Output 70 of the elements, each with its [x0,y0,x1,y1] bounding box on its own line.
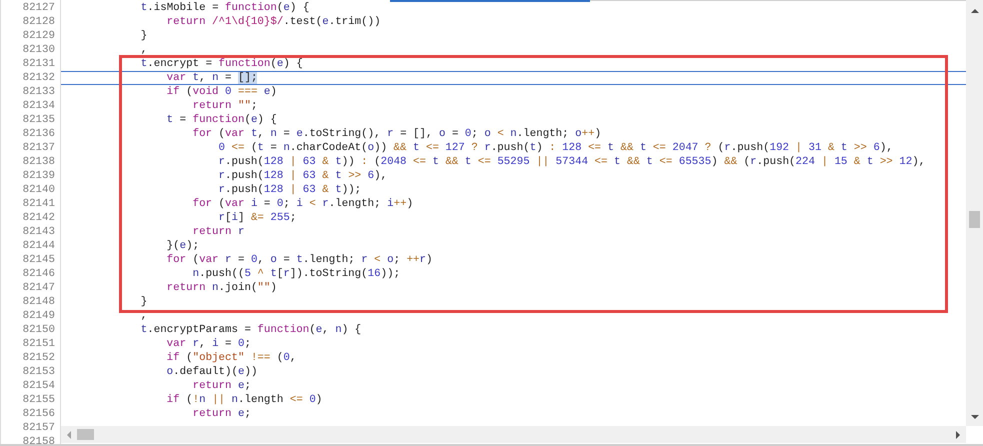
line-number: 82150 [22,323,55,337]
line-number: 82136 [22,127,55,141]
line-number: 82146 [22,267,55,281]
line-number: 82142 [22,211,55,225]
code-line: 0 <= (t = n.charCodeAt(o)) && t <= 127 ? r.push(t) : 128 <= t && t <= 2047 ? (r.push(192 | 31 & t >> 6), [218,142,893,154]
line-number: 82132 [22,71,55,85]
scrollbar-thumb[interactable] [969,211,980,228]
line-number: 82157 [22,421,55,435]
code-line: return /^1\d{10}$/.test(e.trim()) [166,16,381,28]
right-arrow-icon[interactable] [956,431,960,439]
line-number: 82131 [22,57,55,71]
line-number: 82129 [22,29,55,43]
code-line: t.encrypt = function(e) { [140,58,303,70]
code-line: if (void 0 === e) [166,86,277,98]
line-number: 82154 [22,379,55,393]
code-line: return e; [192,408,251,420]
scrollbar-thumb[interactable] [77,429,94,440]
line-number: 82155 [22,393,55,407]
up-arrow-icon[interactable] [971,9,979,13]
horizontal-scrollbar[interactable] [61,426,966,443]
line-number: 82130 [22,43,55,57]
code-line: r.push(128 | 63 & t >> 6), [218,170,388,182]
line-number: 82158 [22,435,55,444]
code-line: r.push(128 | 63 & t)) : (2048 <= t && t <= 55295 || 57344 <= t && t <= 65535) && (r.push(224 | 15 & t >> 12), [218,156,926,168]
code-line: o.default)(e)) [166,366,258,378]
code-line: } [140,296,148,308]
line-number: 82137 [22,141,55,155]
line-number: 82156 [22,407,55,421]
code-line: var t, n = []; [166,72,258,84]
code-line: return e; [192,380,251,392]
line-number: 82144 [22,239,55,253]
line-number: 82134 [22,99,55,113]
down-arrow-icon[interactable] [971,415,979,419]
code-line: if (!n || n.length <= 0) [166,394,322,406]
line-number: 82139 [22,169,55,183]
code-line: n.push((5 ^ t[r]).toString(16)); [192,268,400,280]
line-number: 82149 [22,309,55,323]
code-line: r[i] &= 255; [218,212,296,224]
line-number: 82143 [22,225,55,239]
line-number: 82153 [22,365,55,379]
line-number: 82148 [22,295,55,309]
code-line: } [140,30,148,42]
line-number: 82135 [22,113,55,127]
line-number: 82127 [22,1,55,15]
code-line: return ""; [192,100,258,112]
code-line: for (var r = 0, o = t.length; r < o; ++r) [166,254,433,266]
line-number: 82140 [22,183,55,197]
code-line: t = function(e) { [166,114,277,126]
code-line: r.push(128 | 63 & t)); [218,184,362,196]
line-number: 82147 [22,281,55,295]
line-number: 82138 [22,155,55,169]
code-line: return r [192,226,244,238]
line-number: 82151 [22,337,55,351]
line-number: 82145 [22,253,55,267]
code-line: }(e); [166,240,200,252]
code-line: for (var i = 0; i < r.length; i++) [192,198,414,210]
line-number: 82141 [22,197,55,211]
code-line: , [140,310,148,322]
code-line: t.encryptParams = function(e, n) { [140,324,362,336]
vertical-scrollbar[interactable] [966,0,983,426]
code-line: var r, i = 0; [166,338,251,350]
code-line: return n.join("") [166,282,277,294]
code-line: if ("object" !== (0, [166,352,296,364]
code-line: , [140,44,148,56]
code-line: for (var t, n = e.toString(), r = [], o = 0; o < n.length; o++) [192,128,602,140]
line-number: 82133 [22,85,55,99]
left-arrow-icon[interactable] [67,431,71,439]
line-number: 82152 [22,351,55,365]
code-line: t.isMobile = function(e) { [140,2,310,14]
line-number: 82128 [22,15,55,29]
